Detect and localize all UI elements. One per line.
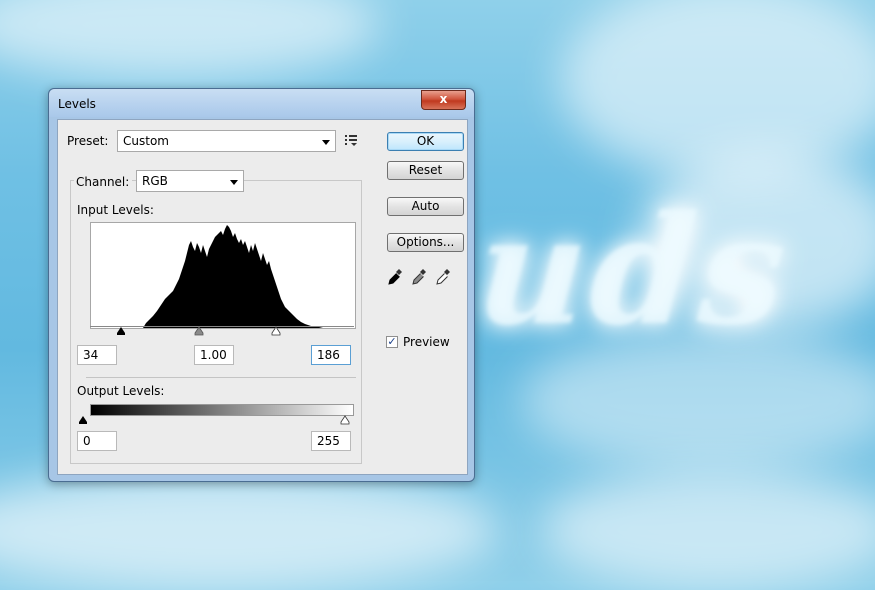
input-white-slider-handle[interactable] xyxy=(271,326,281,336)
cloud-text: uds xyxy=(471,183,795,359)
output-black-slider-handle[interactable] xyxy=(78,416,88,425)
options-button[interactable]: Options... xyxy=(387,233,464,252)
white-point-eyedropper-icon[interactable] xyxy=(435,268,451,286)
gray-point-eyedropper-icon[interactable] xyxy=(411,268,427,286)
preset-value: Custom xyxy=(123,134,169,148)
dialog-client-area: Preset: Custom Channel: RGB Input Levels… xyxy=(57,119,468,475)
black-point-eyedropper-icon[interactable] xyxy=(387,268,403,286)
input-black-field[interactable]: 34 xyxy=(77,345,117,365)
reset-button[interactable]: Reset xyxy=(387,161,464,180)
input-gamma-slider-handle[interactable] xyxy=(194,326,204,336)
channel-label: Channel: xyxy=(76,175,130,189)
input-levels-label: Input Levels: xyxy=(77,203,154,217)
chevron-down-icon xyxy=(230,180,238,185)
preset-options-menu-icon[interactable] xyxy=(345,134,359,146)
input-white-field[interactable]: 186 xyxy=(311,345,351,365)
dialog-title: Levels xyxy=(58,97,96,111)
auto-button[interactable]: Auto xyxy=(387,197,464,216)
channel-value: RGB xyxy=(142,174,168,188)
output-black-field[interactable]: 0 xyxy=(77,431,117,451)
ok-button[interactable]: OK xyxy=(387,132,464,151)
input-black-slider-handle[interactable] xyxy=(116,327,126,336)
output-white-field[interactable]: 255 xyxy=(311,431,351,451)
preset-dropdown[interactable]: Custom xyxy=(117,130,336,152)
preset-label: Preset: xyxy=(67,134,109,148)
preview-label[interactable]: Preview xyxy=(403,335,450,349)
chevron-down-icon xyxy=(322,140,330,145)
histogram-graph xyxy=(143,225,323,328)
close-button[interactable]: x xyxy=(421,90,466,110)
levels-dialog: Levels x Preset: Custom Channel: RGB Inp… xyxy=(48,88,475,482)
input-gamma-field[interactable]: 1.00 xyxy=(194,345,234,365)
title-bar[interactable]: Levels x xyxy=(49,89,474,117)
input-slider-track[interactable] xyxy=(90,326,354,327)
output-white-slider-handle[interactable] xyxy=(340,415,350,425)
preview-checkbox[interactable]: ✓ xyxy=(386,336,398,348)
output-gradient-bar xyxy=(90,404,354,416)
histogram xyxy=(90,222,356,329)
output-levels-label: Output Levels: xyxy=(77,384,165,398)
levels-divider xyxy=(86,377,356,378)
channel-dropdown[interactable]: RGB xyxy=(136,170,244,192)
